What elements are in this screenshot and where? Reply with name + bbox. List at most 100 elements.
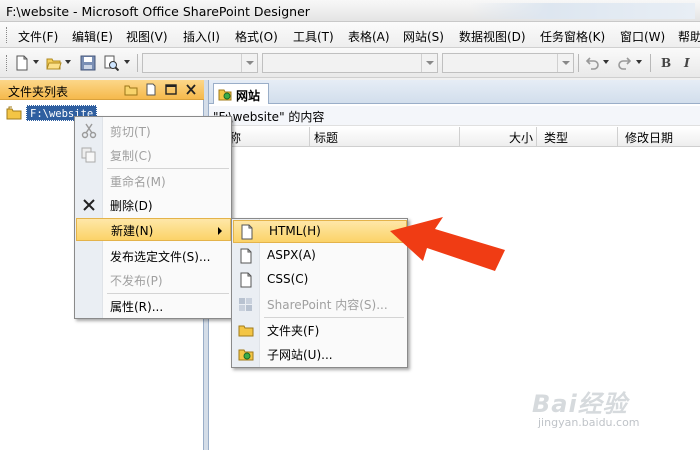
font-size-combo[interactable] [442,53,574,73]
menu-format[interactable]: 格式(O) [235,28,278,45]
menu-item-cut-label: 剪切(T) [110,125,151,139]
column-type[interactable]: 类型 [544,129,568,146]
submenu-item-aspx[interactable]: ASPX(A) [232,244,407,268]
toolbar-separator [650,54,651,72]
maximize-icon[interactable] [164,83,178,96]
column-divider[interactable] [536,127,537,146]
menu-grip[interactable] [6,27,9,43]
menu-item-unpublish[interactable]: 不发布(P) [75,268,231,292]
column-divider[interactable] [617,127,618,146]
menu-item-new-label: 新建(N) [111,224,154,238]
menu-item-copy[interactable]: 复制(C) [75,143,231,167]
sharepoint-icon [239,298,252,311]
chevron-down-icon[interactable] [421,54,437,72]
watermark-url: jingyan.baidu.com [538,416,640,429]
submenu-item-html-label: HTML(H) [269,224,321,238]
toolbar: B I [0,48,700,78]
menu-item-publish-selected[interactable]: 发布选定文件(S)... [75,244,231,268]
font-combo[interactable] [262,53,438,73]
toolbar-separator [137,54,138,72]
menu-view[interactable]: 视图(V) [126,28,168,45]
submenu-item-subsite[interactable]: 子网站(U)... [232,342,407,366]
menu-item-properties[interactable]: 属性(R)... [75,294,231,318]
undo-dropdown-arrow[interactable] [603,60,609,64]
menu-bar: 文件(F) 编辑(E) 视图(V) 插入(I) 格式(O) 工具(T) 表格(A… [0,22,700,48]
menu-item-rename[interactable]: 重命名(M) [75,169,231,193]
content-path-bar: "F:\website" 的内容 [209,106,700,126]
context-menu: 剪切(T) 复制(C) 重命名(M) 删除(D) 新建(N) 发布选定文件(S)… [74,116,232,319]
folder-icon [238,325,254,337]
folder-icon[interactable] [124,83,138,96]
menu-item-rename-label: 重命名(M) [110,175,166,189]
menu-item-delete[interactable]: 删除(D) [75,193,231,217]
style-combo[interactable] [142,53,258,73]
close-icon[interactable] [184,83,198,96]
column-header-row: 称 标题 大小 类型 修改日期 [209,127,700,147]
new-page-icon[interactable] [14,55,30,71]
submenu-item-sharepoint-content-label: SharePoint 内容(S)... [267,298,388,312]
menu-window[interactable]: 窗口(W) [620,28,665,45]
submenu-item-css-label: CSS(C) [267,272,309,286]
menu-item-new[interactable]: 新建(N) [76,218,231,241]
menu-item-copy-label: 复制(C) [110,149,152,163]
page-icon [240,248,252,264]
chevron-down-icon[interactable] [557,54,573,72]
submenu-item-html[interactable]: HTML(H) [233,220,407,243]
menu-help[interactable]: 帮助 [678,28,700,45]
annotation-arrow-shape [390,217,505,271]
copy-icon [81,147,96,163]
redo-dropdown-arrow[interactable] [636,60,642,64]
menu-task-panes[interactable]: 任务窗格(K) [540,28,605,45]
page-icon [240,272,252,288]
column-divider[interactable] [309,127,310,146]
folder-list-title: 文件夹列表 [8,85,69,99]
menu-site[interactable]: 网站(S) [403,28,444,45]
undo-icon[interactable] [584,55,600,71]
menu-tools[interactable]: 工具(T) [293,28,334,45]
menu-data-view[interactable]: 数据视图(D) [459,28,526,45]
web-folder-icon [6,106,22,120]
submenu-arrow-icon [218,227,222,235]
redo-icon[interactable] [617,55,633,71]
tab-site-label: 网站 [236,89,261,103]
new-page-icon[interactable] [144,83,158,96]
website-icon [218,89,232,101]
toolbar-separator [578,54,579,72]
column-title[interactable]: 标题 [314,129,338,146]
page-icon [241,224,253,240]
chevron-down-icon[interactable] [241,54,257,72]
submenu-item-folder-label: 文件夹(F) [267,324,320,338]
menu-insert[interactable]: 插入(I) [183,28,220,45]
submenu-item-folder[interactable]: 文件夹(F) [232,318,407,342]
toolbar-grip[interactable] [6,55,9,71]
new-submenu: HTML(H) ASPX(A) CSS(C) SharePoint 内容(S).… [231,218,408,368]
column-modified-date[interactable]: 修改日期 [625,129,673,146]
menu-table[interactable]: 表格(A) [348,28,390,45]
menu-file[interactable]: 文件(F) [18,28,58,45]
menu-item-cut[interactable]: 剪切(T) [75,119,231,143]
menu-edit[interactable]: 编辑(E) [72,28,113,45]
submenu-item-sharepoint-content[interactable]: SharePoint 内容(S)... [232,292,407,316]
open-dropdown-arrow[interactable] [65,60,71,64]
open-folder-icon[interactable] [46,55,62,71]
new-dropdown-arrow[interactable] [33,60,39,64]
title-bar-blurred-region [470,3,695,19]
save-icon[interactable] [80,55,96,71]
bold-button[interactable]: B [661,56,671,70]
submenu-item-aspx-label: ASPX(A) [267,248,316,262]
tab-site[interactable]: 网站 [213,83,269,104]
title-bar: F:\website - Microsoft Office SharePoint… [0,0,700,22]
window-title: F:\website - Microsoft Office SharePoint… [6,4,310,19]
preview-icon[interactable] [103,55,119,71]
submenu-item-css[interactable]: CSS(C) [232,268,407,292]
scissors-icon [81,123,97,139]
subsite-icon [238,349,254,361]
watermark-brand: Bai经验 [532,390,628,418]
menu-item-publish-selected-label: 发布选定文件(S)... [110,250,211,264]
annotation-arrow [390,217,505,271]
italic-button[interactable]: I [684,56,690,70]
column-size[interactable]: 大小 [509,129,533,146]
menu-item-properties-label: 属性(R)... [110,300,164,314]
column-divider[interactable] [459,127,460,146]
preview-dropdown-arrow[interactable] [124,60,130,64]
